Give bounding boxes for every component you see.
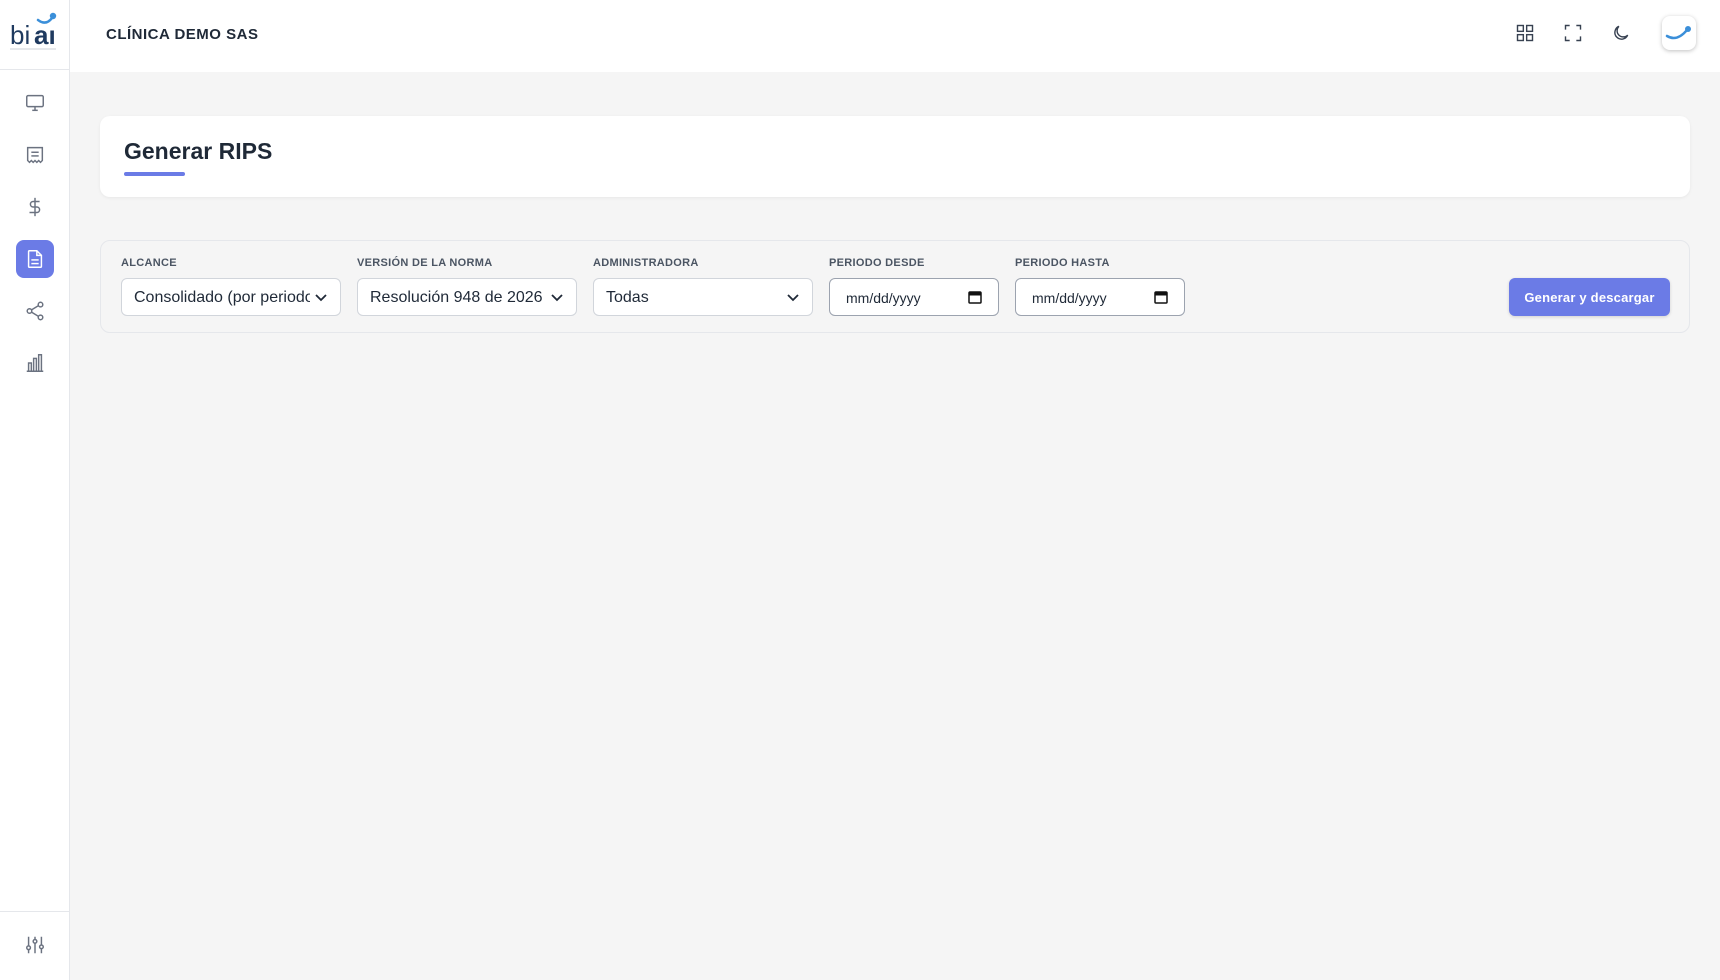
sidebar: bi aı — [0, 0, 70, 980]
periodo-hasta-input[interactable]: mm/dd/yyyy — [1015, 278, 1185, 316]
clinic-name: CLÍNICA DEMO SAS — [106, 26, 259, 43]
apps-grid-button[interactable] — [1512, 20, 1538, 46]
sidebar-item-dashboard[interactable] — [16, 84, 54, 122]
calendar-icon[interactable] — [968, 290, 982, 304]
list-document-icon — [26, 146, 44, 164]
grid-icon — [1516, 24, 1534, 42]
sliders-icon — [26, 936, 44, 954]
fullscreen-button[interactable] — [1560, 20, 1586, 46]
field-version: VERSIÓN DE LA NORMA Resolución 948 de 20… — [357, 257, 577, 316]
sidebar-item-billing[interactable] — [16, 188, 54, 226]
brand-swoosh-icon — [1665, 26, 1691, 40]
sidebar-item-list[interactable] — [16, 136, 54, 174]
page-title: Generar RIPS — [124, 138, 273, 164]
periodo-desde-input[interactable]: mm/dd/yyyy — [829, 278, 999, 316]
calendar-icon[interactable] — [1154, 290, 1168, 304]
title-underline — [124, 172, 185, 176]
bar-chart-icon — [26, 354, 44, 372]
dollar-icon — [29, 197, 41, 217]
periodo-desde-placeholder: mm/dd/yyyy — [846, 290, 921, 306]
page-title-card: Generar RIPS — [100, 116, 1690, 197]
svg-text:aı: aı — [34, 20, 56, 50]
dark-mode-toggle[interactable] — [1608, 20, 1634, 46]
fullscreen-icon — [1564, 24, 1582, 42]
version-value: Resolución 948 de 2026 — [370, 289, 542, 306]
svg-text:bi: bi — [10, 20, 30, 50]
administradora-label: ADMINISTRADORA — [593, 257, 699, 269]
version-select[interactable]: Resolución 948 de 2026 — [357, 278, 577, 316]
sidebar-item-share[interactable] — [16, 292, 54, 330]
periodo-desde-label: PERIODO DESDE — [829, 257, 925, 269]
user-avatar[interactable] — [1662, 16, 1696, 50]
chevron-down-icon — [550, 292, 564, 304]
moon-icon — [1614, 25, 1629, 40]
filters-panel: ALCANCE Consolidado (por periodo) VERSIÓ… — [100, 240, 1690, 333]
sidebar-item-reports[interactable] — [16, 344, 54, 382]
administradora-value: Todas — [606, 289, 649, 306]
field-periodo-hasta: PERIODO HASTA mm/dd/yyyy — [1015, 257, 1185, 316]
alcance-label: ALCANCE — [121, 257, 177, 269]
field-administradora: ADMINISTRADORA Todas — [593, 257, 813, 316]
sidebar-item-settings[interactable] — [16, 926, 54, 964]
alcance-select[interactable]: Consolidado (por periodo) — [121, 278, 341, 316]
sidebar-bottom — [0, 911, 70, 980]
monitor-icon — [26, 94, 44, 112]
alcance-value: Consolidado (por periodo) — [134, 289, 310, 306]
sidebar-item-rips[interactable] — [16, 240, 54, 278]
administradora-select[interactable]: Todas — [593, 278, 813, 316]
periodo-hasta-label: PERIODO HASTA — [1015, 257, 1110, 269]
top-header: CLÍNICA DEMO SAS — [70, 0, 1720, 72]
brand-logo[interactable]: bi aı — [0, 0, 70, 70]
chevron-down-icon — [314, 292, 328, 304]
generate-download-button[interactable]: Generar y descargar — [1509, 278, 1670, 316]
share-icon — [26, 301, 44, 321]
field-alcance: ALCANCE Consolidado (por periodo) — [121, 257, 341, 316]
version-label: VERSIÓN DE LA NORMA — [357, 257, 493, 269]
file-text-icon — [27, 250, 43, 268]
field-periodo-desde: PERIODO DESDE mm/dd/yyyy — [829, 257, 999, 316]
chevron-down-icon — [786, 292, 800, 304]
periodo-hasta-placeholder: mm/dd/yyyy — [1032, 290, 1107, 306]
